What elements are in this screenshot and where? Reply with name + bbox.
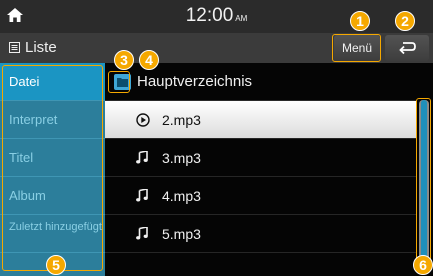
callout-outline-folder	[108, 71, 130, 93]
file-name: 4.mp3	[162, 187, 201, 204]
list-title-label: Liste	[25, 39, 57, 56]
play-circle-icon	[136, 112, 150, 127]
music-note-icon	[136, 227, 148, 240]
callout-badge: 2	[395, 11, 415, 31]
list-item[interactable]: 3.mp3	[105, 139, 416, 177]
file-name: 3.mp3	[162, 149, 201, 166]
file-list: Hauptverzeichnis 2.mp3 3.mp3 4.mp3 5.mp3	[105, 63, 416, 276]
callout-badge: 4	[139, 50, 159, 70]
clock-ampm: AM	[235, 14, 248, 23]
list-icon	[9, 42, 20, 53]
music-note-icon	[136, 189, 148, 202]
callout-number: 4	[145, 52, 153, 68]
folder-label: Hauptverzeichnis	[137, 73, 253, 90]
callout-outline-sidebar	[2, 65, 103, 271]
callout-number: 6	[419, 257, 427, 273]
callout-badge: 1	[350, 11, 370, 31]
back-button[interactable]	[385, 35, 429, 61]
list-item[interactable]: 4.mp3	[105, 177, 416, 215]
list-item[interactable]: 2.mp3	[105, 101, 416, 139]
callout-badge: 5	[46, 255, 66, 275]
list-title: Liste	[9, 39, 57, 56]
music-note-icon	[136, 151, 148, 164]
callout-badge: 6	[413, 255, 433, 275]
callout-number: 3	[120, 52, 128, 68]
callout-number: 5	[52, 257, 60, 273]
file-name: 5.mp3	[162, 225, 201, 242]
callout-outline-menu	[332, 34, 381, 62]
callout-outline-scrollbar	[416, 98, 431, 266]
callout-badge: 3	[114, 50, 134, 70]
callout-number: 2	[401, 13, 409, 29]
file-name: 2.mp3	[162, 111, 201, 128]
back-icon	[399, 42, 416, 55]
list-item[interactable]: 5.mp3	[105, 215, 416, 253]
callout-number: 1	[356, 13, 364, 29]
clock-time: 12:00	[185, 5, 234, 26]
